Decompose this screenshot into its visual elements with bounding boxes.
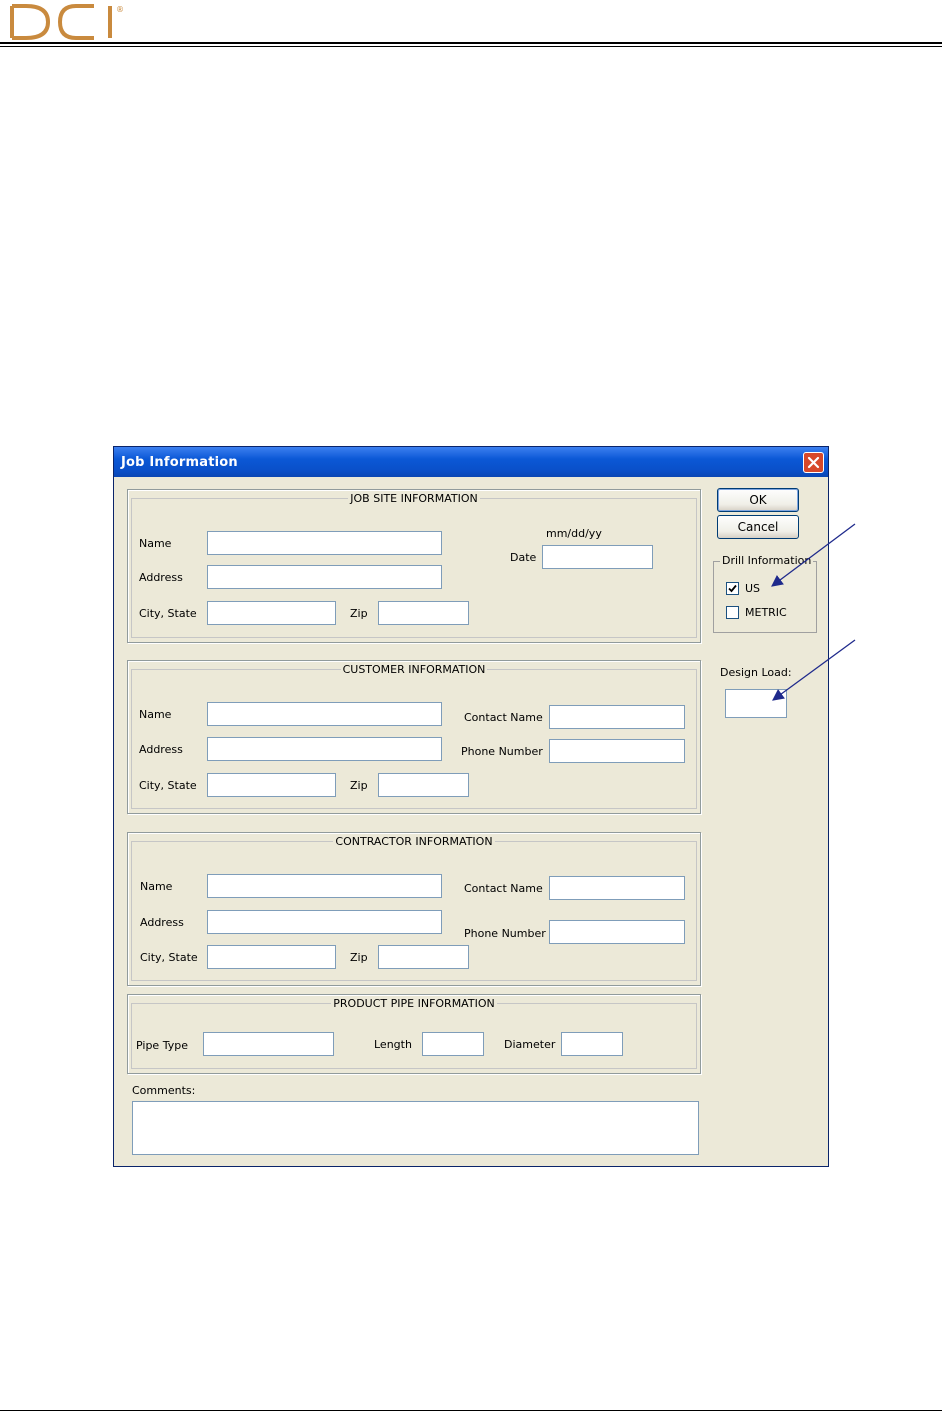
cancel-button[interactable]: Cancel xyxy=(717,515,799,539)
contractor-phone-number-input[interactable] xyxy=(549,920,685,944)
job-site-name-input[interactable] xyxy=(207,531,442,555)
contractor-address-input[interactable] xyxy=(207,910,442,934)
pipe-type-input[interactable] xyxy=(203,1032,334,1056)
contractor-zip-input[interactable] xyxy=(378,945,469,969)
metric-checkbox[interactable] xyxy=(726,606,739,619)
ok-button[interactable]: OK xyxy=(717,488,799,512)
job-site-legend: JOB SITE INFORMATION xyxy=(348,492,480,505)
contractor-contact-name-input[interactable] xyxy=(549,876,685,900)
comments-textarea[interactable] xyxy=(132,1101,699,1155)
checkmark-icon xyxy=(728,584,737,593)
customer-name-label: Name xyxy=(139,708,172,721)
design-load-input[interactable] xyxy=(725,689,787,718)
contractor-legend: CONTRACTOR INFORMATION xyxy=(333,835,495,848)
customer-zip-label: Zip xyxy=(350,779,368,792)
job-site-address-label: Address xyxy=(139,571,183,584)
footer-rule xyxy=(0,1410,942,1411)
customer-group: CUSTOMER INFORMATION Name Address City, … xyxy=(127,660,701,814)
drill-information-legend: Drill Information xyxy=(720,554,814,568)
contractor-name-label: Name xyxy=(140,880,173,893)
dialog-title: Job Information xyxy=(121,455,238,470)
job-site-city-state-label: City, State xyxy=(139,607,197,620)
close-button[interactable] xyxy=(803,452,824,473)
job-site-date-label: Date xyxy=(510,551,537,564)
customer-phone-number-input[interactable] xyxy=(549,739,685,763)
job-site-address-input[interactable] xyxy=(207,565,442,589)
customer-address-input[interactable] xyxy=(207,737,442,761)
contractor-zip-label: Zip xyxy=(350,951,368,964)
product-pipe-group: PRODUCT PIPE INFORMATION Pipe Type Lengt… xyxy=(127,994,701,1074)
dci-logo: ® xyxy=(10,4,124,40)
diameter-label: Diameter xyxy=(504,1038,556,1051)
us-option-label[interactable]: US xyxy=(745,582,760,596)
customer-city-state-input[interactable] xyxy=(207,773,336,797)
customer-city-state-label: City, State xyxy=(139,779,197,792)
metric-option-label[interactable]: METRIC xyxy=(745,606,787,620)
length-label: Length xyxy=(374,1038,412,1051)
customer-phone-number-label: Phone Number xyxy=(461,745,543,758)
diameter-input[interactable] xyxy=(561,1032,623,1056)
contractor-phone-number-label: Phone Number xyxy=(464,927,546,940)
drill-information-group: Drill Information US METRIC xyxy=(713,554,817,633)
job-site-zip-label: Zip xyxy=(350,607,368,620)
contractor-address-label: Address xyxy=(140,916,184,929)
customer-name-input[interactable] xyxy=(207,702,442,726)
svg-text:®: ® xyxy=(116,5,124,14)
job-information-dialog: Job Information JOB SITE INFORMATION Nam… xyxy=(113,446,829,1167)
pipe-type-label: Pipe Type xyxy=(136,1039,188,1052)
contractor-group: CONTRACTOR INFORMATION Name Address City… xyxy=(127,832,701,986)
contractor-contact-name-label: Contact Name xyxy=(464,882,543,895)
close-icon xyxy=(807,456,820,469)
job-site-name-label: Name xyxy=(139,537,172,550)
contractor-city-state-input[interactable] xyxy=(207,945,336,969)
customer-address-label: Address xyxy=(139,743,183,756)
job-site-city-state-input[interactable] xyxy=(207,601,336,625)
design-load-label: Design Load: xyxy=(720,666,792,679)
product-pipe-legend: PRODUCT PIPE INFORMATION xyxy=(331,997,497,1010)
header-rule xyxy=(0,42,942,47)
contractor-name-input[interactable] xyxy=(207,874,442,898)
title-bar[interactable]: Job Information xyxy=(114,447,828,477)
length-input[interactable] xyxy=(422,1032,484,1056)
contractor-city-state-label: City, State xyxy=(140,951,198,964)
customer-legend: CUSTOMER INFORMATION xyxy=(340,663,488,676)
customer-contact-name-label: Contact Name xyxy=(464,711,543,724)
job-site-group: JOB SITE INFORMATION Name Address City, … xyxy=(127,489,701,643)
job-site-zip-input[interactable] xyxy=(378,601,469,625)
date-format-hint: mm/dd/yy xyxy=(546,527,602,540)
comments-label: Comments: xyxy=(132,1084,196,1097)
job-site-date-input[interactable] xyxy=(542,545,653,569)
customer-zip-input[interactable] xyxy=(378,773,469,797)
customer-contact-name-input[interactable] xyxy=(549,705,685,729)
dialog-body: JOB SITE INFORMATION Name Address City, … xyxy=(117,477,825,1163)
us-checkbox[interactable] xyxy=(726,582,739,595)
